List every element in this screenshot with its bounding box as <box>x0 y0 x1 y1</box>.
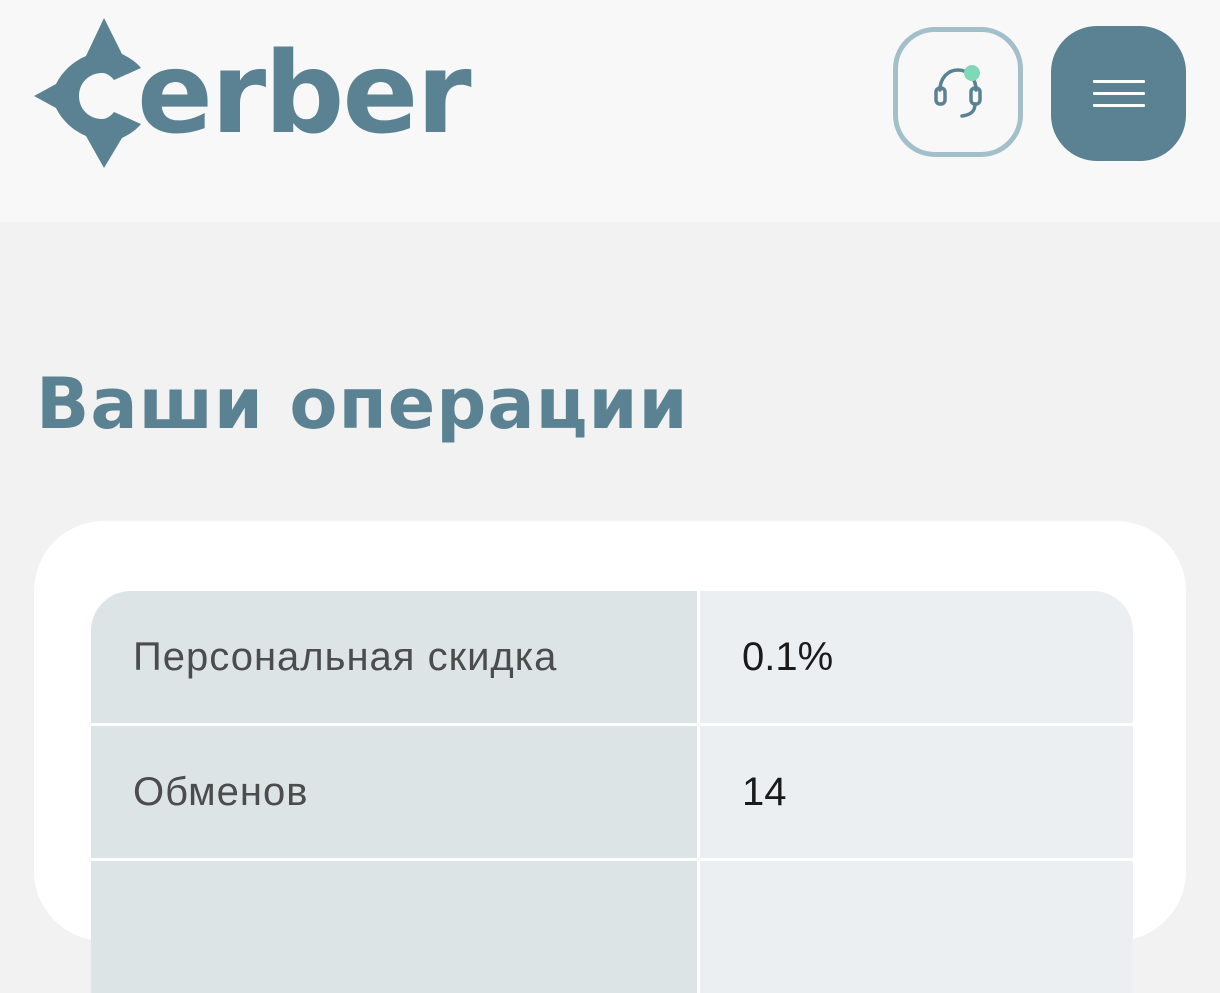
header: erber <box>0 0 1220 222</box>
online-status-dot <box>964 65 980 81</box>
headset-icon <box>934 65 982 118</box>
stats-table: Персональная скидка 0.1% Обменов 14 <box>91 591 1133 993</box>
menu-button[interactable] <box>1051 26 1186 161</box>
stat-label-discount: Персональная скидка <box>91 591 697 723</box>
stat-label-3 <box>91 861 697 993</box>
support-button[interactable] <box>893 27 1023 157</box>
table-row: Персональная скидка 0.1% <box>91 591 1133 723</box>
stat-value-3 <box>697 861 1133 993</box>
logo-text: erber <box>137 29 472 159</box>
cerber-logo[interactable]: erber <box>34 18 472 168</box>
stat-value-exchanges: 14 <box>697 726 1133 858</box>
table-row <box>91 858 1133 993</box>
stat-label-exchanges: Обменов <box>91 726 697 858</box>
stat-value-discount: 0.1% <box>697 591 1133 723</box>
table-row: Обменов 14 <box>91 723 1133 858</box>
page-title: Ваши операции <box>36 363 689 445</box>
operations-card: Персональная скидка 0.1% Обменов 14 <box>34 521 1186 993</box>
hamburger-menu-icon <box>1092 80 1145 83</box>
